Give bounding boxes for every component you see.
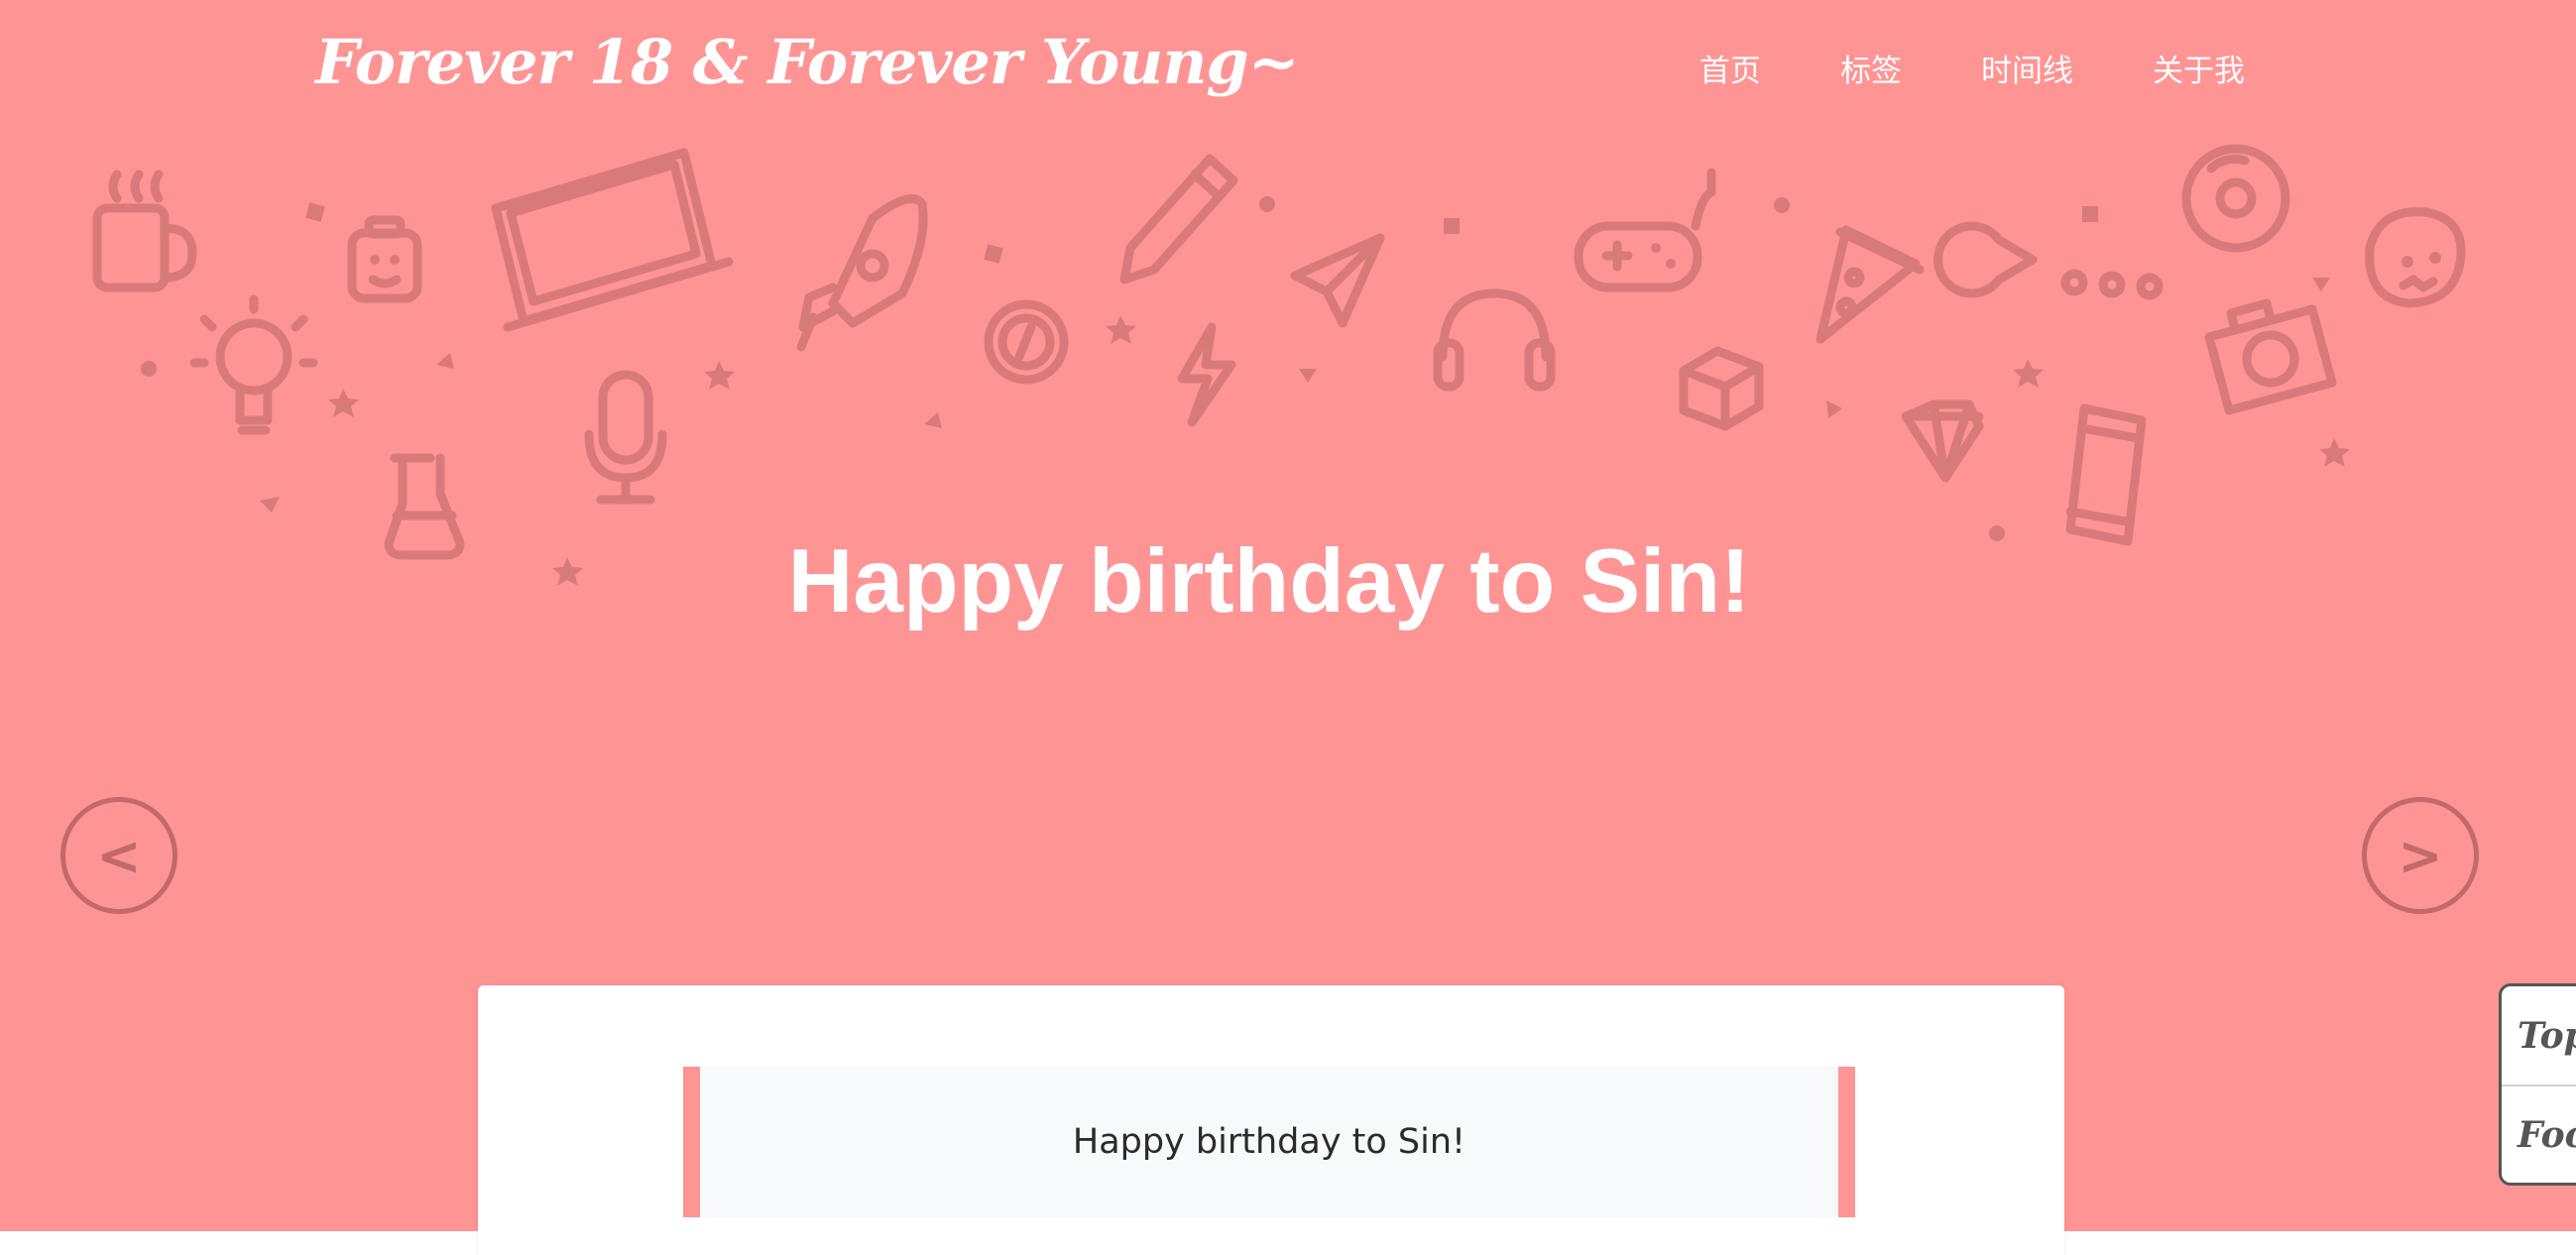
pencil-icon (1119, 154, 1238, 285)
pizza-icon (1815, 225, 1925, 344)
vinyl-record-icon (2181, 144, 2290, 253)
nav-item-timeline[interactable]: 时间线 (1981, 46, 2073, 90)
hero-headline: Happy birthday to Sin! (787, 531, 1751, 631)
pacman-icon (1933, 221, 2164, 300)
navbar: Forever 18 & Forever Young~ 首页 标签 时间线 关于… (0, 0, 2576, 139)
side-scroll-tools: Top Footer (2499, 983, 2576, 1186)
camera-icon (2204, 298, 2337, 415)
nav-item-home[interactable]: 首页 (1699, 46, 1761, 90)
scroll-to-top-button[interactable]: Top (2502, 986, 2576, 1084)
chevron-left-icon: < (96, 824, 142, 887)
gamepad-icon (1574, 168, 1716, 292)
previous-post-button[interactable]: < (60, 797, 177, 914)
rocket-icon (796, 193, 928, 352)
confetti-shapes (141, 196, 2350, 586)
chevron-right-icon: > (2398, 824, 2443, 887)
microphone-icon (584, 370, 667, 505)
main-nav: 首页 标签 时间线 关于我 (1699, 46, 2245, 90)
robot-face-icon (347, 215, 422, 303)
lightbulb-icon (189, 294, 318, 435)
nav-item-tags[interactable]: 标签 (1840, 46, 1902, 90)
diamond-icon (1901, 399, 1984, 483)
paper-plane-icon (1290, 233, 1385, 328)
monster-face-icon (2365, 207, 2466, 308)
headphones-icon (1433, 288, 1556, 392)
lightning-icon (1177, 322, 1236, 427)
mug-icon (92, 170, 197, 292)
post-excerpt-text: Happy birthday to Sin! (1072, 1122, 1466, 1162)
next-post-button[interactable]: > (2362, 797, 2479, 914)
post-card: Happy birthday to Sin! (478, 985, 2064, 1255)
phone-icon (2065, 403, 2147, 546)
compass-icon (984, 299, 1069, 385)
site-brand-link[interactable]: Forever 18 & Forever Young~ (315, 26, 1300, 98)
scroll-to-footer-button[interactable]: Footer (2502, 1084, 2576, 1183)
nav-item-about[interactable]: 关于我 (2153, 46, 2245, 90)
post-excerpt-blockquote: Happy birthday to Sin! (683, 1067, 1855, 1217)
lego-brick-icon (1679, 346, 1764, 431)
laptop-icon (491, 148, 734, 332)
